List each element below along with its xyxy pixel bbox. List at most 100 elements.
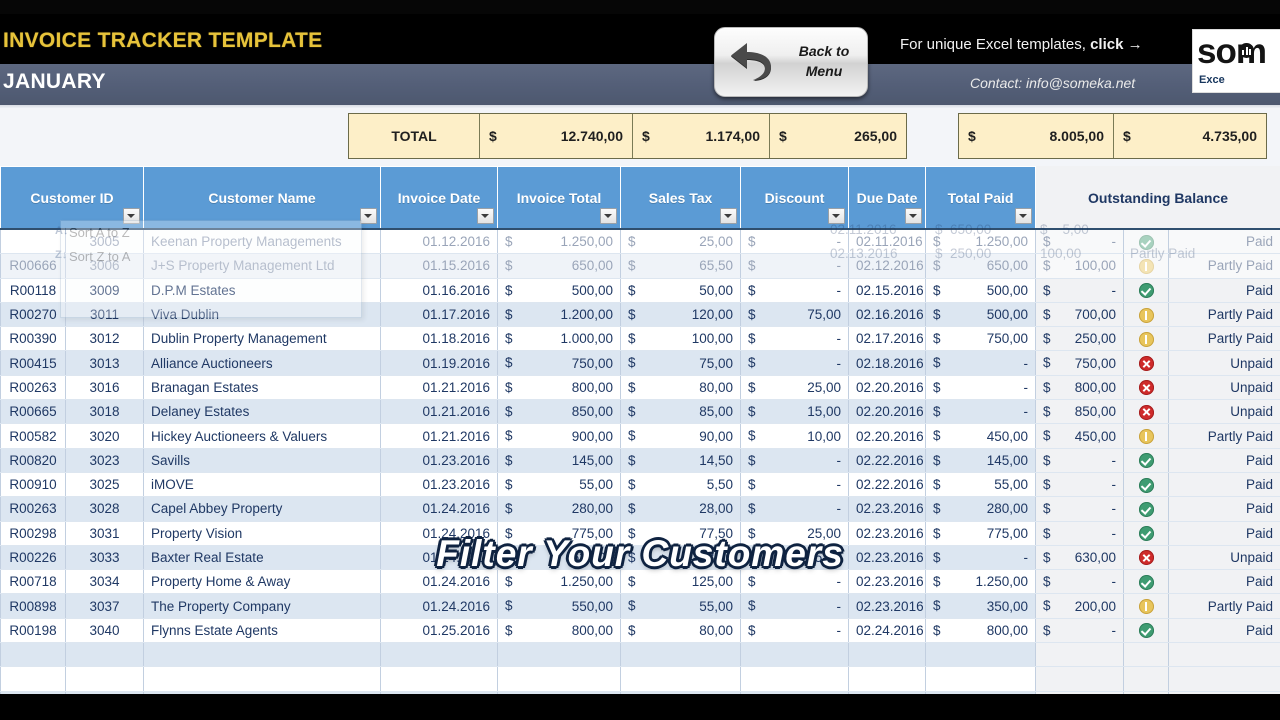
col-header-outstanding-balance: Outstanding Balance bbox=[1036, 167, 1280, 230]
table-row[interactable]: 3005Keenan Property Managements01.12.201… bbox=[1, 229, 1280, 254]
cell-invoice-date: 01.21.2016 bbox=[381, 375, 498, 399]
table-row-empty[interactable] bbox=[1, 643, 1280, 667]
cell-status-icon bbox=[1124, 521, 1169, 545]
cell-empty bbox=[849, 667, 926, 691]
back-arrow-icon bbox=[725, 38, 783, 86]
status-badge: Paid bbox=[1169, 472, 1280, 496]
cell-customer-number: 3005 bbox=[66, 229, 144, 254]
col-header-customer-id[interactable]: Customer ID bbox=[1, 167, 144, 230]
status-badge: Partly Paid bbox=[1169, 424, 1280, 448]
table-row[interactable]: R006663006J+S Property Management Ltd01.… bbox=[1, 254, 1280, 278]
cell-value: 1.200,00 bbox=[560, 307, 613, 322]
table-row-empty[interactable] bbox=[1, 667, 1280, 691]
month-label: JANUARY bbox=[3, 70, 106, 94]
promo-text[interactable]: For unique Excel templates, click → bbox=[900, 36, 1143, 53]
col-header-sales-tax[interactable]: Sales Tax bbox=[621, 167, 741, 230]
cell-value: 5,50 bbox=[707, 477, 733, 492]
cell-money: $- bbox=[926, 351, 1036, 375]
currency-symbol: $ bbox=[933, 351, 941, 374]
cell-status-icon bbox=[1124, 351, 1169, 375]
table-row[interactable]: R004153013Alliance Auctioneers01.19.2016… bbox=[1, 351, 1280, 375]
cell-due-date: 02.15.2016 bbox=[849, 278, 926, 302]
table-row[interactable]: R007183034Property Home & Away01.24.2016… bbox=[1, 570, 1280, 594]
table-row[interactable]: R009103025iMOVE01.23.2016$55,00$5,50$-02… bbox=[1, 472, 1280, 496]
cell-customer-id: R00910 bbox=[1, 472, 66, 496]
cell-value: 450,00 bbox=[987, 429, 1028, 444]
cell-empty bbox=[1169, 667, 1280, 691]
table-row[interactable]: R005823020Hickey Auctioneers & Valuers01… bbox=[1, 424, 1280, 448]
filter-dropdown-icon[interactable] bbox=[600, 208, 617, 224]
filter-dropdown-icon[interactable] bbox=[477, 208, 494, 224]
currency-symbol: $ bbox=[933, 570, 941, 593]
cell-value: 77,50 bbox=[699, 526, 733, 541]
filter-dropdown-icon[interactable] bbox=[905, 208, 922, 224]
total-invoice-cell: $ 12.740,00 bbox=[480, 114, 633, 158]
status-badge: Paid bbox=[1169, 570, 1280, 594]
currency-symbol: $ bbox=[505, 473, 513, 496]
currency-symbol: $ bbox=[505, 424, 513, 447]
cell-money: $15,00 bbox=[741, 400, 849, 424]
someka-logo[interactable]: som Exce bbox=[1192, 29, 1280, 93]
table-row[interactable]: R001183009D.P.M Estates01.16.2016$500,00… bbox=[1, 278, 1280, 302]
filter-dropdown-icon[interactable] bbox=[720, 208, 737, 224]
back-to-menu-button[interactable]: Back to Menu bbox=[714, 27, 868, 97]
cell-outstanding-balance: $- bbox=[1036, 618, 1124, 642]
status-badge: Partly Paid bbox=[1169, 254, 1280, 278]
cell-value: 200,00 bbox=[1075, 599, 1116, 614]
col-header-total-paid[interactable]: Total Paid bbox=[926, 167, 1036, 230]
cell-customer-name: Delaney Estates bbox=[144, 400, 381, 424]
cell-money: $- bbox=[741, 254, 849, 278]
filter-dropdown-icon[interactable] bbox=[828, 208, 845, 224]
currency-symbol: $ bbox=[505, 376, 513, 399]
cell-value: - bbox=[837, 356, 842, 371]
col-header-due-date[interactable]: Due Date bbox=[849, 167, 926, 230]
currency-symbol: $ bbox=[505, 570, 513, 593]
cell-money: $28,00 bbox=[621, 497, 741, 521]
cell-money: $800,00 bbox=[926, 618, 1036, 642]
table-row[interactable]: R008203023Savills01.23.2016$145,00$14,50… bbox=[1, 448, 1280, 472]
currency-symbol: $ bbox=[1043, 424, 1051, 447]
col-header-invoice-date[interactable]: Invoice Date bbox=[381, 167, 498, 230]
cell-money: $- bbox=[741, 618, 849, 642]
cell-value: - bbox=[1024, 550, 1029, 565]
currency-symbol: $ bbox=[628, 546, 636, 569]
table-row[interactable]: R002983031Property Vision01.24.2016$775,… bbox=[1, 521, 1280, 545]
currency-symbol: $ bbox=[748, 230, 756, 253]
table-row[interactable]: R002633028Capel Abbey Property01.24.2016… bbox=[1, 497, 1280, 521]
col-header-discount[interactable]: Discount bbox=[741, 167, 849, 230]
table-row[interactable]: R002263033Baxter Real Estate01.24.2016$6… bbox=[1, 545, 1280, 569]
currency-symbol: $ bbox=[748, 594, 756, 617]
filter-dropdown-icon[interactable] bbox=[360, 208, 377, 224]
cell-value: - bbox=[1112, 526, 1117, 541]
table-row[interactable]: R006653018Delaney Estates01.21.2016$850,… bbox=[1, 400, 1280, 424]
currency-symbol: $ bbox=[1043, 497, 1051, 520]
currency-symbol: $ bbox=[933, 376, 941, 399]
cell-empty bbox=[1124, 643, 1169, 667]
cell-money: $- bbox=[741, 229, 849, 254]
col-header-invoice-total[interactable]: Invoice Total bbox=[498, 167, 621, 230]
cell-invoice-date: 01.12.2016 bbox=[381, 229, 498, 254]
filter-dropdown-icon[interactable] bbox=[123, 208, 140, 224]
cell-money: $55,00 bbox=[498, 472, 621, 496]
cell-value: 630,00 bbox=[1075, 550, 1116, 565]
table-row[interactable]: R002703011Viva Dublin01.17.2016$1.200,00… bbox=[1, 302, 1280, 326]
table-row[interactable]: R001983040Flynns Estate Agents01.25.2016… bbox=[1, 618, 1280, 642]
table-row[interactable]: R002633016Branagan Estates01.21.2016$800… bbox=[1, 375, 1280, 399]
totals-right-group: $ 8.005,00 $ 4.735,00 bbox=[958, 113, 1267, 159]
cell-money: $50,00 bbox=[621, 278, 741, 302]
cell-customer-number: 3012 bbox=[66, 327, 144, 351]
filter-dropdown-icon[interactable] bbox=[1015, 208, 1032, 224]
table-row[interactable]: R003903012Dublin Property Management01.1… bbox=[1, 327, 1280, 351]
cell-due-date: 02.23.2016 bbox=[849, 521, 926, 545]
check-circle-icon bbox=[1139, 478, 1154, 493]
cell-customer-id: R00390 bbox=[1, 327, 66, 351]
currency-symbol: $ bbox=[748, 619, 756, 642]
table-row[interactable]: R008983037The Property Company01.24.2016… bbox=[1, 594, 1280, 618]
cell-due-date: 02.23.2016 bbox=[849, 570, 926, 594]
cell-money: $145,00 bbox=[498, 448, 621, 472]
cell-outstanding-balance: $- bbox=[1036, 497, 1124, 521]
cell-empty bbox=[621, 643, 741, 667]
cell-invoice-date: 01.18.2016 bbox=[381, 327, 498, 351]
col-header-customer-name[interactable]: Customer Name bbox=[144, 167, 381, 230]
total-invoice-value: 12.740,00 bbox=[561, 128, 623, 144]
